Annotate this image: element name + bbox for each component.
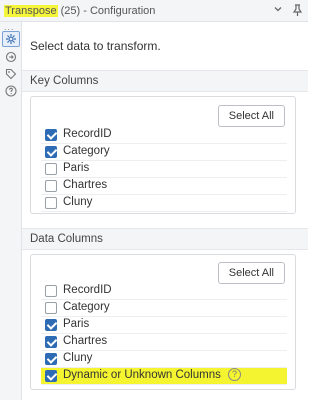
data-column-row[interactable]: Chartres <box>41 334 287 351</box>
key-columns-title: Key Columns <box>30 75 99 87</box>
key-column-row[interactable]: Cluny <box>41 195 287 212</box>
key-checkbox-paris[interactable] <box>45 163 57 175</box>
key-checkbox-chartres[interactable] <box>45 180 57 192</box>
gear-icon[interactable] <box>2 31 20 47</box>
dynamic-columns-row[interactable]: Dynamic or Unknown Columns ? <box>41 368 287 385</box>
tag-icon[interactable] <box>4 67 18 81</box>
key-column-label: Paris <box>63 162 90 174</box>
data-checkbox-recordid[interactable] <box>45 285 57 297</box>
data-columns-title: Data Columns <box>30 233 103 245</box>
key-column-row[interactable]: Chartres <box>41 178 287 195</box>
key-columns-header: Key Columns <box>22 70 308 92</box>
window-title: Transpose (25) - Configuration <box>4 5 155 17</box>
key-checkbox-cluny[interactable] <box>45 197 57 209</box>
data-column-label: Cluny <box>63 352 93 364</box>
key-select-all-button[interactable]: Select All <box>217 105 285 127</box>
title-bar: Transpose (25) - Configuration <box>0 0 308 22</box>
data-column-row[interactable]: Cluny <box>41 351 287 368</box>
pin-icon[interactable] <box>291 4 303 16</box>
data-column-label: Chartres <box>63 335 108 347</box>
data-column-label: Paris <box>63 318 90 330</box>
data-checkbox-cluny[interactable] <box>45 353 57 365</box>
help-icon[interactable]: ? <box>228 368 241 381</box>
title-suffix: (25) - Configuration <box>57 5 156 17</box>
data-checkbox-paris[interactable] <box>45 319 57 331</box>
data-column-label: Dynamic or Unknown Columns <box>63 369 221 381</box>
data-checkbox-category[interactable] <box>45 302 57 314</box>
key-column-row[interactable]: Paris <box>41 161 287 178</box>
data-checkbox-chartres[interactable] <box>45 336 57 348</box>
data-columns-panel: Select All RecordID Category Paris Chart… <box>30 254 296 390</box>
key-checkbox-recordid[interactable] <box>45 129 57 141</box>
data-column-row[interactable]: Category <box>41 300 287 317</box>
data-columns-header: Data Columns <box>22 228 308 250</box>
key-column-label: Cluny <box>63 196 93 208</box>
data-select-all-button[interactable]: Select All <box>217 262 285 284</box>
configuration-panel: Select data to transform. Key Columns Se… <box>22 22 308 400</box>
key-column-row[interactable]: RecordID <box>41 127 287 144</box>
key-checkbox-category[interactable] <box>45 146 57 158</box>
key-column-row[interactable]: Category <box>41 144 287 161</box>
key-column-label: RecordID <box>63 128 112 140</box>
data-column-row[interactable]: RecordID <box>41 283 287 300</box>
key-column-label: Category <box>63 145 110 157</box>
data-column-label: RecordID <box>63 284 112 296</box>
key-column-label: Chartres <box>63 179 108 191</box>
chevron-down-icon[interactable] <box>272 4 284 16</box>
connection-icon[interactable] <box>4 50 18 64</box>
data-column-label: Category <box>63 301 110 313</box>
data-column-row[interactable]: Paris <box>41 317 287 334</box>
tool-sidebar: ... <box>0 22 22 400</box>
key-columns-panel: Select All RecordID Category Paris Chart… <box>30 96 296 214</box>
data-checkbox-dynamic[interactable] <box>45 370 57 382</box>
tool-name: Transpose <box>4 5 58 17</box>
help-icon[interactable] <box>4 84 18 98</box>
intro-text: Select data to transform. <box>30 39 161 53</box>
grip-icon: ... <box>4 22 15 32</box>
